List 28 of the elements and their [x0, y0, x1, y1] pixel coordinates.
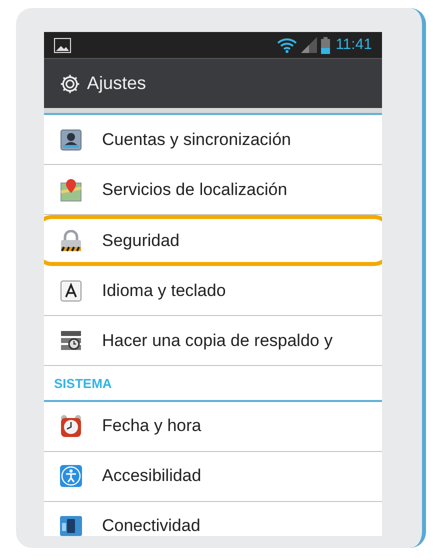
alarm-clock-icon: [60, 414, 82, 438]
accessibility-icon: [59, 464, 83, 488]
settings-item[interactable]: Seguridad: [44, 215, 382, 266]
settings-item[interactable]: Conectividad: [44, 502, 382, 536]
battery-icon: [320, 36, 330, 54]
contact-card-icon: [60, 128, 82, 150]
devices-icon: [59, 515, 83, 536]
status-time: 11:41: [336, 34, 372, 55]
settings-icon: [59, 72, 81, 94]
section-header: SISTEMA: [53, 375, 113, 393]
padlock-icon: [59, 230, 83, 252]
map-pin-icon: [60, 178, 82, 202]
item-label: Idioma y teclado: [102, 280, 226, 302]
item-label: Conectividad: [102, 515, 200, 536]
item-label: Servicios de localización: [102, 178, 288, 201]
signal-icon: [300, 37, 318, 53]
item-label: Accesibilidad: [102, 465, 202, 488]
backup-drive-icon: [60, 330, 82, 352]
action-bar-title: Ajustes: [87, 72, 146, 95]
item-label: Hacer una copia de respaldo y: [102, 330, 333, 352]
settings-item[interactable]: Fecha y hora: [44, 402, 382, 452]
image-icon: [54, 38, 71, 52]
item-label: Cuentas y sincronización: [102, 128, 291, 151]
item-label: Fecha y hora: [102, 415, 202, 438]
letter-a-icon: [60, 280, 82, 302]
settings-item[interactable]: Accesibilidad: [44, 452, 382, 502]
wifi-icon: [276, 38, 297, 52]
item-label: Seguridad: [102, 230, 180, 252]
